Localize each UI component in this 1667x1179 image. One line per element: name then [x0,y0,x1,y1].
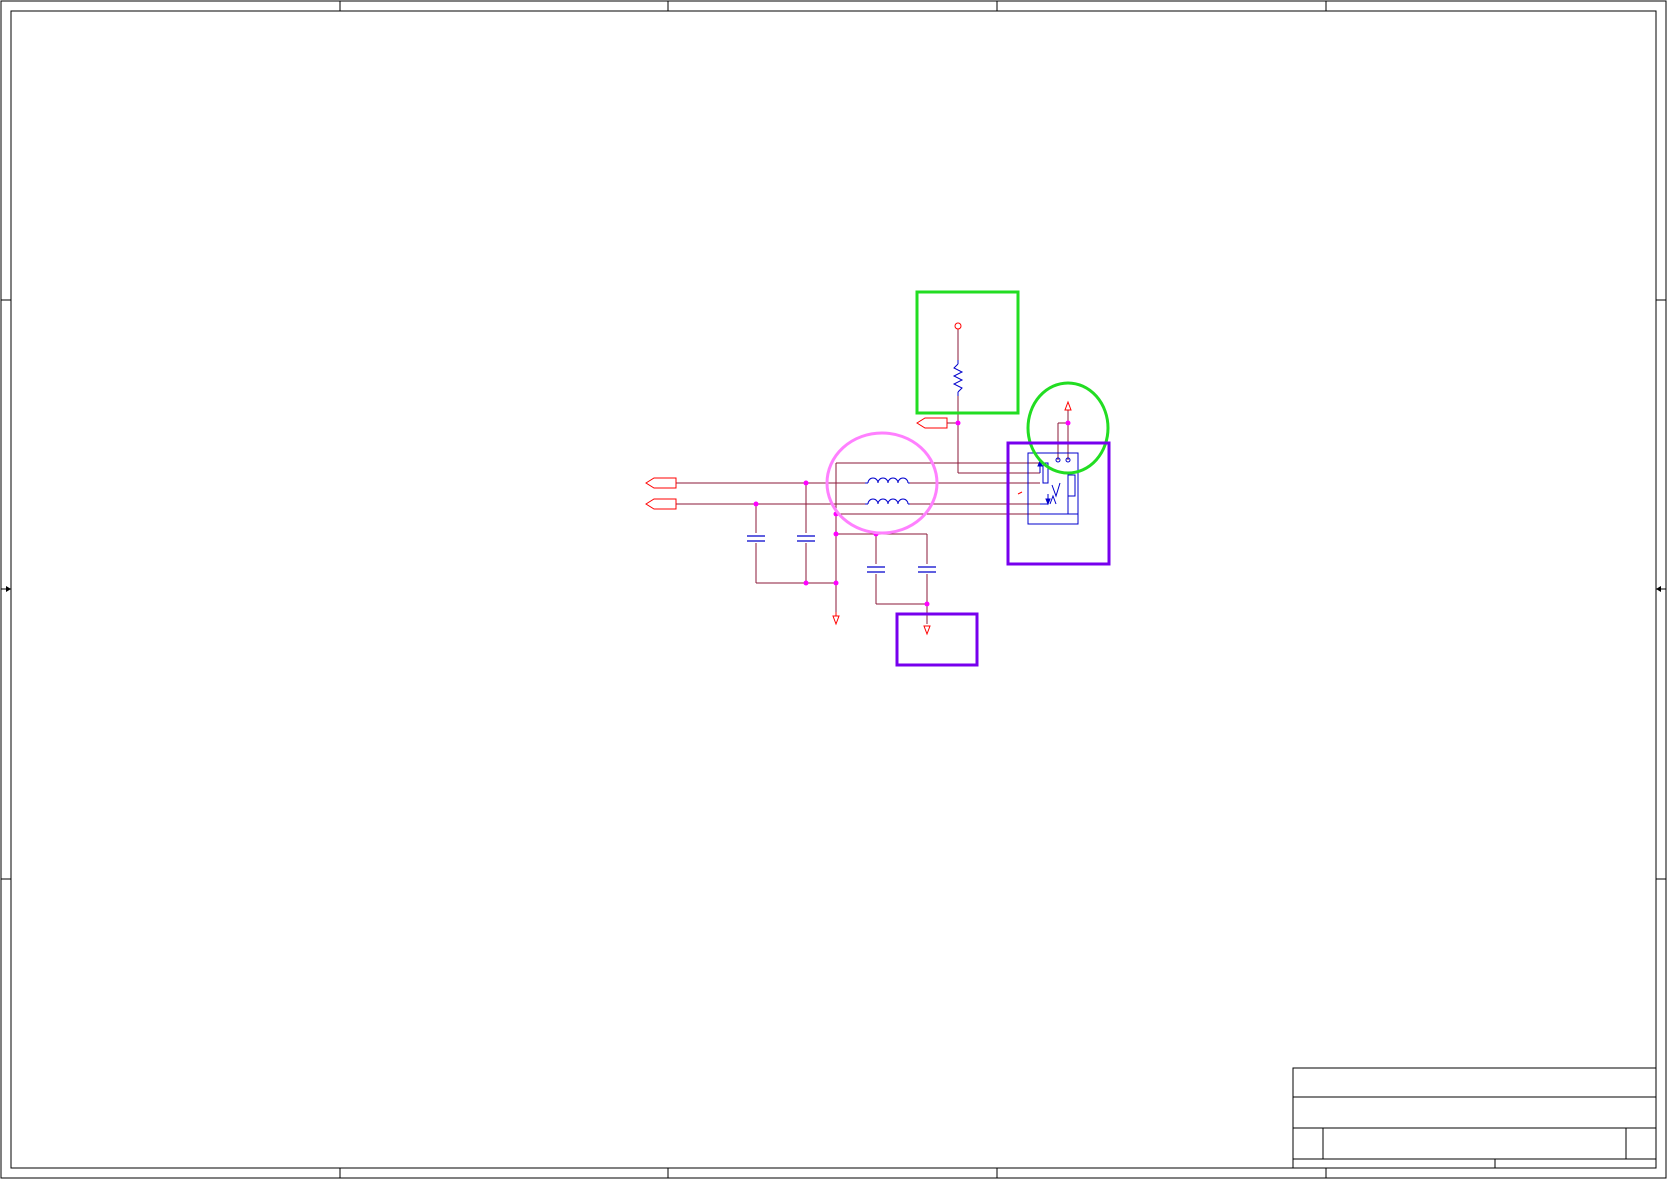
outer-border [0,0,1667,1179]
ground-icon [923,625,931,636]
off-sheet-port-icon [645,498,677,510]
center-arrow-left-icon [6,586,11,592]
title-block [1292,1067,1657,1169]
usb-connector-icon [1027,452,1079,525]
resistor-icon [952,360,964,396]
highlight-box-resistor [915,290,1020,415]
junction-dot [803,480,809,486]
inductor-icon [865,477,910,484]
ground-icon [832,612,840,626]
capacitor-icon [747,535,765,542]
junction-dot [924,601,930,607]
junction-dot [803,580,809,586]
junction-dot [833,580,839,586]
off-sheet-port-icon [645,477,677,489]
inductor-icon [865,498,910,505]
power-icon [1064,400,1072,411]
highlight-box-ground [895,612,979,667]
test-point-icon [954,322,962,330]
capacitor-icon [797,535,815,542]
junction-dot [833,531,839,537]
schematic-sheet [0,0,1667,1179]
no-connect-mark-icon [1017,491,1023,495]
sheet-frame [0,0,1667,1179]
off-sheet-port-icon [916,417,948,429]
junction-dot [1065,420,1071,426]
capacitor-icon [918,566,936,573]
capacitor-icon [867,566,885,573]
center-arrow-right-icon [1656,586,1661,592]
junction-dot [955,420,961,426]
inner-border [10,10,1657,1169]
junction-dot [753,501,759,507]
